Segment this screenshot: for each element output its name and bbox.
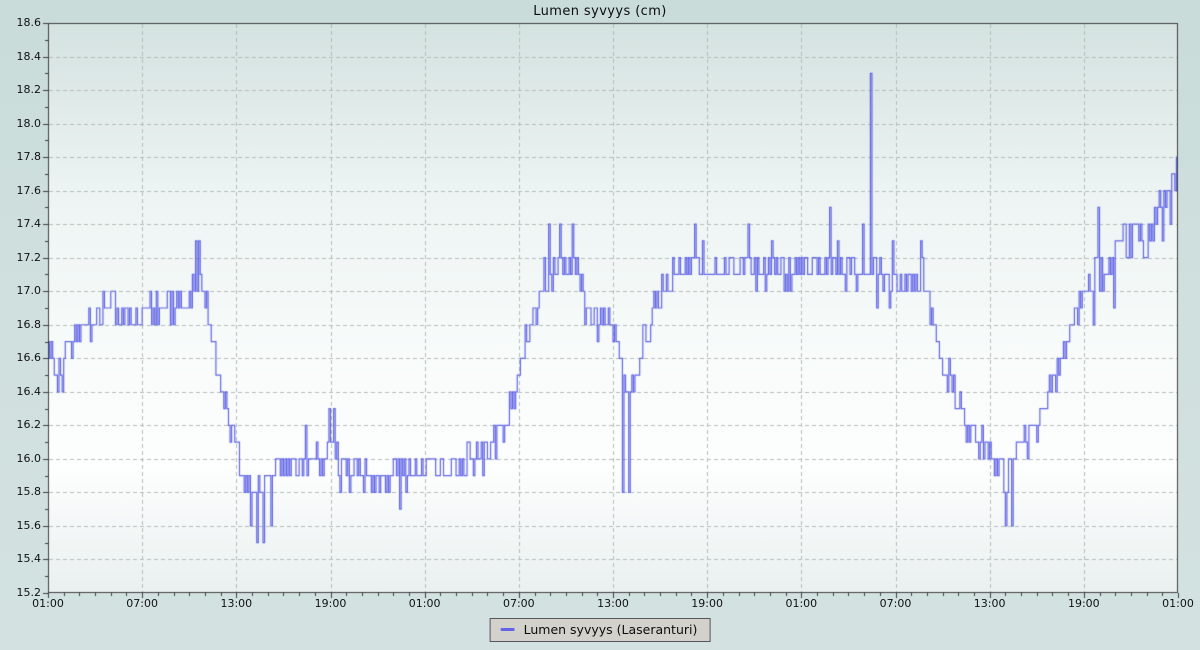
x-tick-label: 01:00 (26, 597, 70, 610)
y-tick-label: 16.0 (0, 452, 41, 465)
y-tick-label: 17.8 (0, 150, 41, 163)
y-tick-label: 15.6 (0, 519, 41, 532)
chart-page: Lumen syvyys (cm) 18.618.418.218.017.817… (0, 0, 1200, 650)
x-tick-label: 19:00 (1062, 597, 1106, 610)
y-tick-label: 18.6 (0, 16, 41, 29)
y-tick-label: 17.0 (0, 284, 41, 297)
y-tick-label: 16.2 (0, 418, 41, 431)
x-tick-label: 13:00 (968, 597, 1012, 610)
y-tick-label: 15.8 (0, 485, 41, 498)
y-tick-label: 17.2 (0, 251, 41, 264)
legend-label: Lumen syvyys (Laseranturi) (524, 622, 698, 637)
x-tick-label: 01:00 (1156, 597, 1200, 610)
legend: Lumen syvyys (Laseranturi) (490, 618, 711, 642)
x-tick-label: 07:00 (874, 597, 918, 610)
chart-canvas (0, 0, 1200, 650)
y-tick-label: 18.2 (0, 83, 41, 96)
y-tick-label: 15.4 (0, 552, 41, 565)
y-tick-label: 18.4 (0, 50, 41, 63)
y-tick-label: 18.0 (0, 117, 41, 130)
y-tick-label: 16.8 (0, 318, 41, 331)
y-tick-label: 16.4 (0, 385, 41, 398)
x-tick-label: 13:00 (214, 597, 258, 610)
y-tick-label: 16.6 (0, 351, 41, 364)
x-tick-label: 19:00 (685, 597, 729, 610)
y-tick-label: 17.4 (0, 217, 41, 230)
x-tick-label: 01:00 (403, 597, 447, 610)
x-tick-label: 01:00 (779, 597, 823, 610)
y-tick-label: 17.6 (0, 184, 41, 197)
x-tick-label: 19:00 (309, 597, 353, 610)
x-tick-label: 07:00 (120, 597, 164, 610)
legend-line-marker (501, 628, 515, 631)
x-tick-label: 07:00 (497, 597, 541, 610)
x-tick-label: 13:00 (591, 597, 635, 610)
